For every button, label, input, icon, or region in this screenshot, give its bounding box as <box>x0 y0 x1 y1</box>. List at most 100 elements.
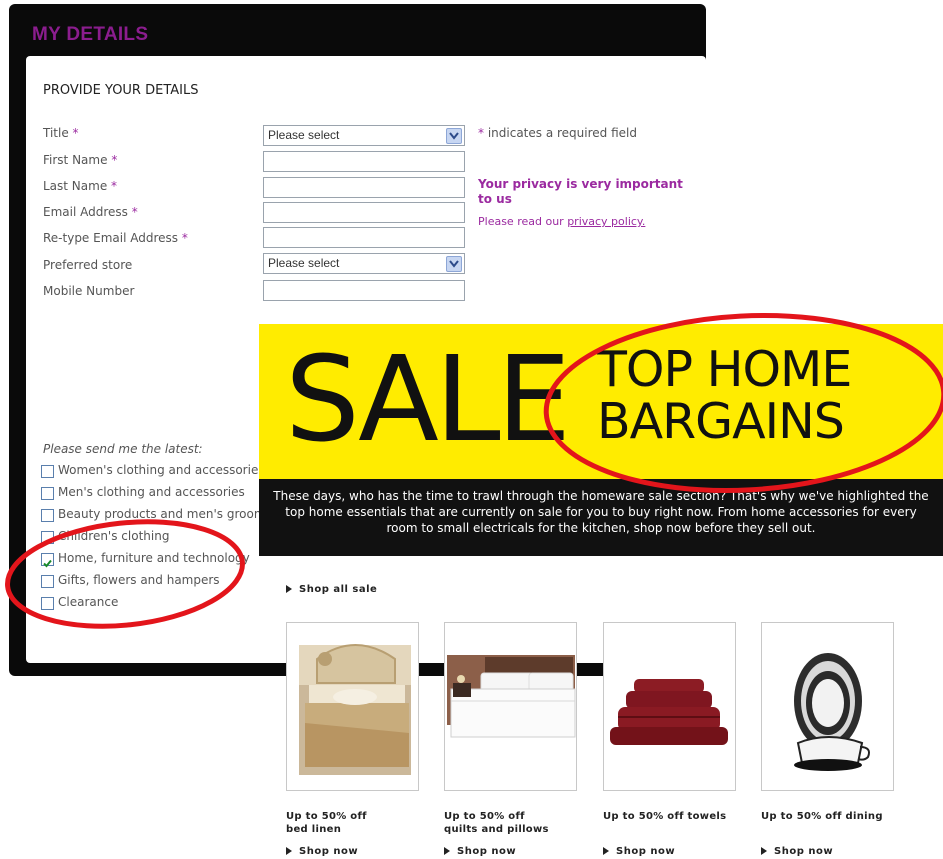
caption-line: Up to 50% off towels <box>603 811 727 822</box>
checkbox[interactable] <box>41 531 54 544</box>
caption-dining: Up to 50% off dining <box>761 810 883 823</box>
preference-checkbox-row[interactable]: Men's clothing and accessories <box>41 485 286 503</box>
banner-text: These days, who has the time to trawl th… <box>273 489 929 535</box>
caption-line: Up to 50% off <box>444 811 525 822</box>
checkbox-label: Gifts, flowers and hampers <box>58 573 220 587</box>
play-arrow-icon <box>286 847 292 855</box>
title-select-value: Please select <box>268 128 340 142</box>
checkbox-label: Children's clothing <box>58 529 170 543</box>
retype-email-label: Re-type Email Address * <box>43 231 188 245</box>
title-label-text: Title <box>43 126 69 140</box>
preference-checkbox-row[interactable]: Home, furniture and technology <box>41 551 286 569</box>
shop-now-label: Shop now <box>299 846 359 857</box>
required-note-text: indicates a required field <box>487 126 637 140</box>
checkmark-icon <box>43 559 52 568</box>
shop-now-link-towels[interactable]: Shop now <box>603 846 675 857</box>
retype-email-field[interactable] <box>263 227 465 248</box>
towels-image <box>610 679 728 745</box>
checkbox-label: Clearance <box>58 595 119 609</box>
shop-now-label: Shop now <box>774 846 834 857</box>
first-name-label-text: First Name <box>43 153 108 167</box>
retype-email-label-text: Re-type Email Address <box>43 231 179 245</box>
preference-checkbox-row[interactable]: Gifts, flowers and hampers <box>41 573 286 591</box>
email-label: Email Address * <box>43 205 138 219</box>
sale-heading: SALE <box>285 330 571 468</box>
product-card-towels[interactable] <box>603 622 736 791</box>
quilts-image <box>447 655 576 738</box>
play-arrow-icon <box>603 847 609 855</box>
preference-checkbox-row[interactable]: Women's clothing and accessories <box>41 463 286 481</box>
checkbox[interactable] <box>41 465 54 478</box>
caption-bed-linen: Up to 50% off bed linen <box>286 810 367 836</box>
shop-now-link-dining[interactable]: Shop now <box>761 846 833 857</box>
checkbox[interactable] <box>41 575 54 588</box>
preference-checkbox-row[interactable]: Clearance <box>41 595 286 613</box>
checkbox-label: Women's clothing and accessories <box>58 463 265 477</box>
mobile-label: Mobile Number <box>43 284 135 298</box>
bed-linen-image <box>299 644 411 775</box>
top-home-line2: BARGAINS <box>597 393 845 450</box>
caption-towels: Up to 50% off towels <box>603 810 726 823</box>
caption-quilts: Up to 50% off quilts and pillows <box>444 810 549 836</box>
preference-checkbox-row[interactable]: Beauty products and men's grooming <box>41 507 286 525</box>
banner-description: These days, who has the time to trawl th… <box>259 479 943 556</box>
chevron-down-icon[interactable] <box>446 128 462 144</box>
first-name-label: First Name * <box>43 153 117 167</box>
caption-line: quilts and pillows <box>444 824 549 835</box>
last-name-label: Last Name * <box>43 179 117 193</box>
required-marker: * <box>111 153 118 167</box>
privacy-text: Please read our privacy policy. <box>478 215 645 228</box>
sale-banner: SALE TOP HOME BARGAINS <box>259 324 943 479</box>
email-label-text: Email Address <box>43 205 128 219</box>
checkbox-label: Home, furniture and technology <box>58 551 250 565</box>
shop-now-label: Shop now <box>616 846 676 857</box>
checkbox[interactable] <box>41 487 54 500</box>
checkbox-checked[interactable] <box>41 553 54 568</box>
last-name-label-text: Last Name <box>43 179 108 193</box>
caption-line: Up to 50% off <box>286 811 367 822</box>
required-marker: * <box>181 231 188 245</box>
section-title: PROVIDE YOUR DETAILS <box>43 83 199 98</box>
product-card-bed-linen[interactable] <box>286 622 419 791</box>
privacy-heading: Your privacy is very important to us <box>478 177 683 206</box>
panel-title: MY DETAILS <box>32 24 149 45</box>
required-marker: * <box>72 126 79 140</box>
last-name-field[interactable] <box>263 177 465 198</box>
play-arrow-icon <box>444 847 450 855</box>
preferred-store-label: Preferred store <box>43 258 133 272</box>
mobile-field[interactable] <box>263 280 465 301</box>
checkbox-label: Beauty products and men's grooming <box>58 507 285 521</box>
product-card-quilts[interactable] <box>444 622 577 791</box>
required-marker: * <box>131 205 138 219</box>
play-arrow-icon <box>761 847 767 855</box>
chevron-down-icon[interactable] <box>446 256 462 272</box>
required-marker: * <box>478 126 484 140</box>
email-field[interactable] <box>263 202 465 223</box>
privacy-policy-link[interactable]: privacy policy. <box>567 215 645 228</box>
top-home-line1: TOP HOME <box>597 341 852 398</box>
title-select[interactable]: Please select <box>263 125 465 146</box>
shop-now-link-quilts[interactable]: Shop now <box>444 846 516 857</box>
preferred-store-value: Please select <box>268 256 340 270</box>
top-home-bargains: TOP HOME BARGAINS <box>597 341 852 450</box>
play-arrow-icon <box>286 585 292 593</box>
shop-all-sale-link[interactable]: Shop all sale <box>286 584 377 595</box>
checkbox-label: Men's clothing and accessories <box>58 485 245 499</box>
shop-now-link-bed-linen[interactable]: Shop now <box>286 846 358 857</box>
privacy-text-body: Please read our <box>478 215 564 228</box>
checkbox[interactable] <box>41 509 54 522</box>
caption-line: Up to 50% off dining <box>761 811 883 822</box>
required-note: * indicates a required field <box>478 126 637 140</box>
title-label: Title * <box>43 126 79 140</box>
required-marker: * <box>111 179 118 193</box>
preferred-store-select[interactable]: Please select <box>263 253 465 274</box>
preference-checkbox-row[interactable]: Children's clothing <box>41 529 286 547</box>
shop-now-label: Shop now <box>457 846 517 857</box>
first-name-field[interactable] <box>263 151 465 172</box>
shop-all-label: Shop all sale <box>299 584 378 595</box>
checkbox[interactable] <box>41 597 54 610</box>
caption-line: bed linen <box>286 824 342 835</box>
dining-image <box>794 653 870 771</box>
latest-heading: Please send me the latest: <box>43 442 203 456</box>
product-card-dining[interactable] <box>761 622 894 791</box>
